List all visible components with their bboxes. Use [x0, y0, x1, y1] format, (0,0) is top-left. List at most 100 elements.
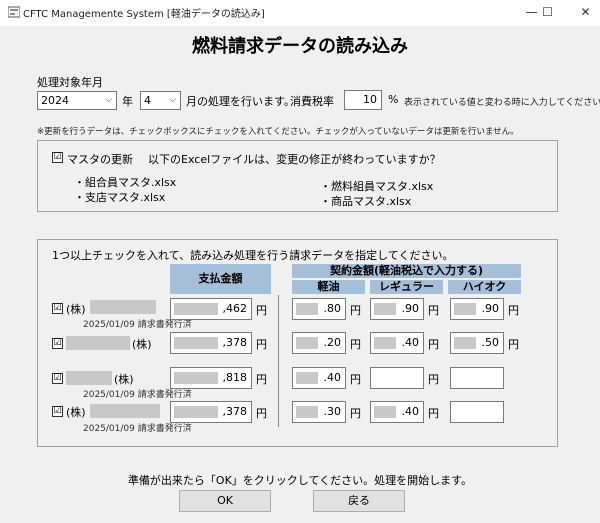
diesel-price-input[interactable]: .40 — [292, 367, 346, 389]
diesel-price-input[interactable]: .20 — [292, 332, 346, 354]
close-button[interactable]: ✕ — [563, 0, 600, 26]
yen-unit: 円 — [428, 373, 439, 386]
redacted-value — [296, 406, 318, 418]
payment-amount-input[interactable]: ,462 — [170, 298, 252, 320]
payment-amount: ,378 — [222, 405, 248, 418]
chevron-down-icon: ⌵ — [105, 95, 112, 105]
diesel-header: 軽油 — [292, 280, 365, 294]
yen-unit: 円 — [350, 338, 361, 351]
ok-button[interactable]: OK — [179, 490, 271, 512]
row-checkbox[interactable]: ☑ — [52, 338, 63, 349]
yen-unit: 円 — [256, 373, 267, 386]
diesel-price-input[interactable]: .80 — [292, 298, 346, 320]
redacted-name — [90, 300, 156, 314]
hioctane-price-input[interactable] — [450, 401, 504, 423]
hioctane-price: .90 — [481, 302, 500, 315]
month-value: 4 — [144, 94, 151, 107]
yen-unit: 円 — [350, 407, 361, 420]
tax-label: 消費税率 — [290, 95, 334, 108]
redacted-value — [174, 337, 218, 349]
month-suffix: 月の処理を行います。 — [186, 95, 295, 108]
redacted-value — [454, 303, 476, 315]
yen-unit: 円 — [508, 304, 519, 317]
yen-unit: 円 — [428, 338, 439, 351]
yen-unit: 円 — [350, 304, 361, 317]
redacted-value — [374, 303, 396, 315]
row-checkbox[interactable]: ☑ — [52, 406, 63, 417]
diesel-price-input[interactable]: .30 — [292, 401, 346, 423]
billing-instruction: 1つ以上チェックを入れて、読み込み処理を行う請求データを指定してください。 — [52, 249, 454, 262]
hioctane-header: ハイオク — [448, 280, 521, 294]
tax-rate-input[interactable]: 10 — [344, 90, 382, 110]
tax-note: 表示されている値と変わる時に入力してください。 — [404, 98, 600, 108]
company-name: (株) — [132, 338, 152, 351]
payment-amount: ,462 — [222, 302, 248, 315]
redacted-name — [66, 371, 112, 385]
payment-amount: ,378 — [222, 336, 248, 349]
redacted-name — [66, 336, 130, 350]
redacted-value — [296, 303, 318, 315]
payment-header: 支払金額 — [170, 264, 271, 294]
regular-price: .40 — [401, 336, 420, 349]
redacted-value — [374, 337, 396, 349]
redacted-value — [454, 337, 476, 349]
hioctane-price-input[interactable] — [450, 367, 504, 389]
yen-unit: 円 — [256, 407, 267, 420]
tax-unit: % — [388, 93, 399, 106]
redacted-name — [90, 404, 160, 418]
regular-header: レギュラー — [370, 280, 443, 294]
hioctane-price-input[interactable]: .90 — [450, 298, 504, 320]
redacted-value — [174, 303, 218, 315]
payment-amount-input[interactable]: ,378 — [170, 332, 252, 354]
redacted-value — [296, 337, 318, 349]
yen-unit: 円 — [256, 304, 267, 317]
update-note: ※更新を行うデータは、チェックボックスにチェックを入れてください。チェックが入っ… — [37, 127, 519, 137]
yen-unit: 円 — [428, 407, 439, 420]
page-title: 燃料請求データの読み込み — [192, 36, 408, 57]
chevron-down-icon: ⌵ — [169, 95, 176, 105]
file-item: ・組合員マスタ.xlsx — [74, 176, 177, 189]
regular-price: .40 — [401, 405, 420, 418]
redacted-value — [174, 372, 218, 384]
regular-price-input[interactable]: .40 — [370, 401, 424, 423]
file-item: ・燃料組員マスタ.xlsx — [320, 180, 434, 193]
year-select[interactable]: 2024 ⌵ — [37, 91, 117, 110]
master-update-checkbox[interactable]: ☑ — [52, 152, 63, 163]
master-question: 以下のExcelファイルは、変更の修正が終わっていますか？ — [148, 153, 441, 166]
period-label: 処理対象年月 — [37, 76, 103, 89]
file-item: ・商品マスタ.xlsx — [320, 195, 412, 208]
yen-unit: 円 — [508, 338, 519, 351]
payment-amount-input[interactable]: ,378 — [170, 401, 252, 423]
diesel-price: .20 — [323, 336, 342, 349]
payment-amount-input[interactable]: ,818 — [170, 367, 252, 389]
company-name: (株) — [66, 406, 86, 419]
row-checkbox[interactable]: ☑ — [52, 373, 63, 384]
back-button[interactable]: 戻る — [313, 490, 405, 512]
redacted-value — [374, 406, 396, 418]
window-title: CFTC Managemente System [軽油データの読込み] — [23, 9, 265, 20]
yen-unit: 円 — [256, 338, 267, 351]
company-name: (株) — [114, 373, 134, 386]
payment-amount: ,818 — [222, 371, 248, 384]
redacted-value — [174, 406, 218, 418]
footer-message: 準備が出来たら「OK」をクリックしてください。処理を開始します。 — [127, 474, 473, 487]
hioctane-price-input[interactable]: .50 — [450, 332, 504, 354]
app-icon — [8, 6, 20, 18]
regular-price-input[interactable]: .40 — [370, 332, 424, 354]
regular-price-input[interactable] — [370, 367, 424, 389]
year-unit: 年 — [122, 95, 133, 108]
yen-unit: 円 — [428, 304, 439, 317]
redacted-value — [296, 372, 318, 384]
yen-unit: 円 — [350, 373, 361, 386]
regular-price-input[interactable]: .90 — [370, 298, 424, 320]
hioctane-price: .50 — [481, 336, 500, 349]
year-value: 2024 — [41, 94, 69, 107]
column-divider — [278, 295, 279, 427]
diesel-price: .40 — [323, 371, 342, 384]
regular-price: .90 — [401, 302, 420, 315]
master-update-label: マスタの更新 — [67, 153, 133, 166]
row-checkbox[interactable]: ☑ — [52, 303, 63, 314]
month-select[interactable]: 4 ⌵ — [140, 91, 181, 110]
diesel-price: .30 — [323, 405, 342, 418]
contract-header: 契約金額(軽油税込で入力する) — [292, 264, 521, 278]
